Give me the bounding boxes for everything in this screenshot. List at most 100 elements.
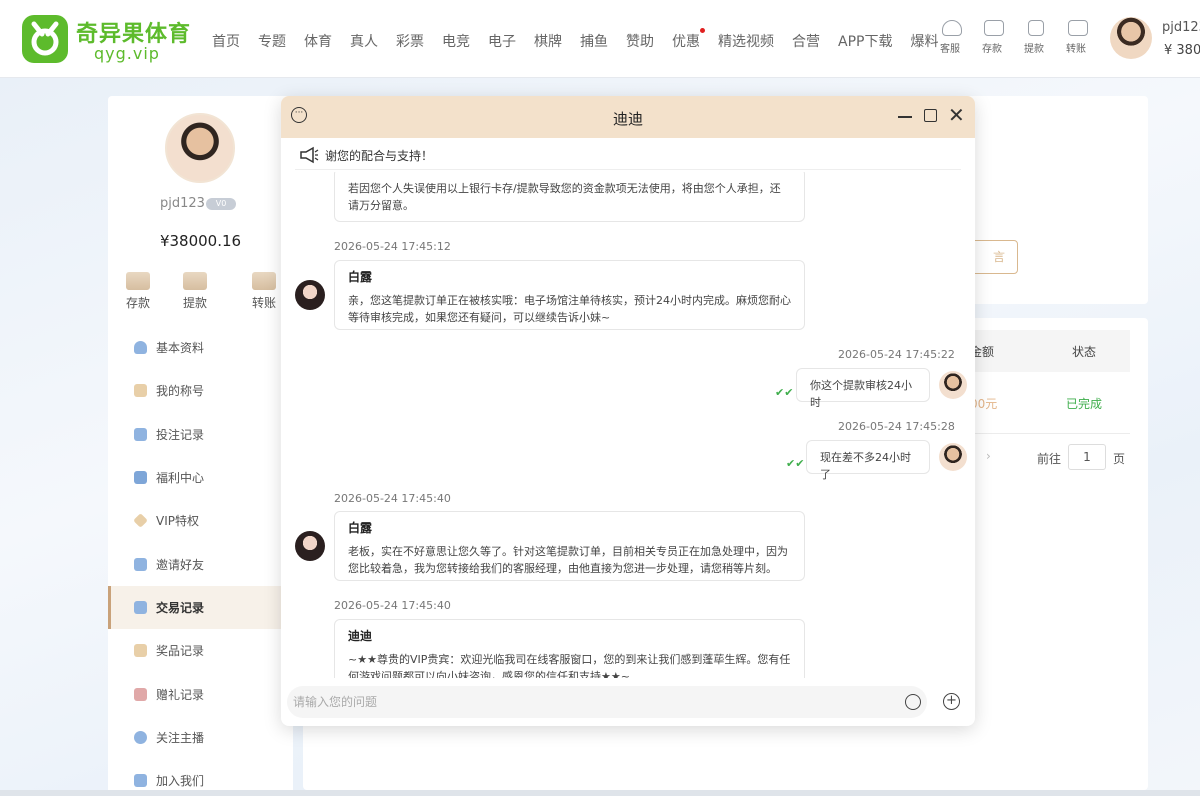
diamond-icon: [133, 513, 148, 529]
add-person-icon: [134, 774, 147, 788]
menu-item-bet-records[interactable]: 投注记录: [108, 413, 293, 456]
nav-item-sponsor[interactable]: 赞助: [626, 31, 654, 51]
quick-withdraw-button[interactable]: 提款: [1024, 20, 1048, 55]
nav-item-live[interactable]: 真人: [350, 31, 378, 51]
heart-icon: [134, 730, 147, 744]
nav-item-cards[interactable]: 棋牌: [534, 31, 562, 51]
nav-item-fishing[interactable]: 捕鱼: [580, 31, 608, 51]
header-avatar[interactable]: [1110, 17, 1152, 59]
transfer-card-icon: [252, 272, 276, 290]
profile-avatar[interactable]: [165, 113, 235, 183]
menu-item-invite[interactable]: 邀请好友: [108, 542, 293, 585]
quick-support-button[interactable]: 客服: [940, 20, 964, 55]
pager-page-input[interactable]: 1: [1068, 444, 1106, 470]
nav-item-promotions[interactable]: 优惠: [672, 28, 705, 51]
transfer-button[interactable]: 转账: [244, 272, 284, 311]
wallet-actions: 存款 提款 转账: [118, 272, 293, 312]
menu-item-prizes[interactable]: 奖品记录: [108, 629, 293, 672]
menu-label: 赠礼记录: [156, 687, 205, 702]
header-balance: ¥ 3800: [1164, 43, 1200, 58]
nav-item-promotions-label: 优惠: [672, 34, 700, 50]
agent-message-bubble: 白露 老板，实在不好意思让您久等了。针对这笔提款订单，目前相关专员正在加急处理中…: [334, 511, 805, 581]
menu-label: 交易记录: [156, 600, 205, 615]
nav-item-videos[interactable]: 精选视频: [718, 31, 774, 51]
headset-icon: [942, 20, 962, 36]
restore-window-icon[interactable]: [924, 109, 937, 122]
header-username[interactable]: pjd123: [1162, 20, 1200, 35]
main-nav: 首页 专题 体育 真人 彩票 电竞 电子 棋牌 捕鱼 赞助 优惠 精选视频 合营…: [212, 28, 956, 51]
quick-transfer-button[interactable]: 转账: [1066, 20, 1090, 55]
menu-label: 关注主播: [156, 730, 205, 745]
agent-message-bubble: 若因您个人失误使用以上银行卡存/提款导致您的资金款项无法使用，将由您个人承担，还…: [334, 172, 805, 222]
user-message-bubble: 你这个提款审核24小时: [796, 368, 930, 409]
nav-item-app-download[interactable]: APP下载: [838, 31, 892, 51]
close-icon[interactable]: ✕: [948, 105, 965, 125]
menu-label: 我的称号: [156, 384, 205, 399]
user-avatar: [939, 371, 967, 399]
read-checkmark-icon: ✔✔: [786, 457, 805, 470]
kiwi-logo-icon: [22, 15, 68, 63]
emoji-icon[interactable]: [905, 694, 921, 710]
quick-actions: 客服 存款 提款 转账: [940, 20, 1090, 55]
message-sender: 白露: [348, 270, 373, 284]
nav-item-topics[interactable]: 专题: [258, 31, 286, 51]
nav-item-lottery[interactable]: 彩票: [396, 31, 424, 51]
message-sender: 迪迪: [348, 629, 373, 643]
user-avatar: [939, 443, 967, 471]
message-text: 你这个提款审核24小时: [810, 379, 912, 409]
brand-logo[interactable]: 奇异果体育 qyg.vip: [22, 14, 202, 66]
chat-title: 迪迪: [612, 110, 643, 128]
menu-item-transactions[interactable]: 交易记录: [108, 585, 293, 630]
trophy-icon: [134, 644, 147, 658]
nav-item-esports[interactable]: 电竞: [442, 31, 470, 51]
withdraw-icon: [1028, 20, 1044, 36]
quick-support-label: 客服: [940, 44, 960, 55]
agent-message-bubble: 迪迪 ~★★尊贵的VIP贵宾：欢迎光临我司在线客服窗口，您的到来让我们感到蓬荜生…: [334, 619, 805, 678]
menu-item-vip[interactable]: VIP特权: [108, 499, 293, 542]
next-page-icon[interactable]: ›: [986, 449, 991, 463]
withdraw-card-icon: [183, 272, 207, 290]
top-navigation-bar: 奇异果体育 qyg.vip 首页 专题 体育 真人 彩票 电竞 电子 棋牌 捕鱼…: [0, 0, 1200, 78]
brand-domain: qyg.vip: [94, 44, 160, 63]
nav-item-news[interactable]: 爆料: [910, 31, 938, 51]
quick-deposit-button[interactable]: 存款: [982, 20, 1006, 55]
menu-label: 福利中心: [156, 471, 205, 486]
message-sender: 白露: [348, 521, 373, 535]
menu-item-profile[interactable]: 基本资料: [108, 326, 293, 369]
page-bottom-edge: [0, 790, 1200, 796]
deposit-button[interactable]: 存款: [118, 272, 158, 311]
agent-avatar: [295, 531, 325, 561]
chat-message-input[interactable]: [293, 690, 883, 714]
quick-withdraw-label: 提款: [1024, 44, 1044, 55]
announcement-text: 谢您的配合与支持！: [325, 149, 434, 163]
message-text: 老板，实在不好意思让您久等了。针对这笔提款订单，目前相关专员正在加急处理中，因为…: [348, 545, 788, 575]
menu-label: VIP特权: [156, 514, 199, 529]
chat-header: ··· 迪迪 ✕: [281, 96, 975, 138]
message-timestamp: 2026-05-24 17:45:12: [334, 240, 451, 253]
menu-item-gifts[interactable]: 赠礼记录: [108, 672, 293, 715]
notification-dot: [700, 28, 705, 33]
megaphone-icon: [300, 146, 319, 164]
minimize-icon[interactable]: [898, 116, 912, 118]
chat-input-bar: [287, 686, 927, 718]
nav-item-sports[interactable]: 体育: [304, 31, 332, 51]
message-list: 若因您个人失误使用以上银行卡存/提款导致您的资金款项无法使用，将由您个人承担，还…: [281, 172, 975, 678]
message-text: 亲，您这笔提款订单正在被核实哦：电子场馆注单待核实，预计24小时内完成。麻烦您耐…: [348, 294, 791, 324]
agent-avatar: [295, 280, 325, 310]
message-text: ~★★尊贵的VIP贵宾：欢迎光临我司在线客服窗口，您的到来让我们感到蓬荜生辉。您…: [348, 653, 791, 678]
menu-item-titles[interactable]: 我的称号: [108, 369, 293, 412]
message-text: 现在差不多24小时了: [820, 451, 911, 481]
row-divider: [960, 433, 1130, 434]
nav-item-affiliate[interactable]: 合营: [792, 31, 820, 51]
menu-item-follow-streamers[interactable]: 关注主播: [108, 716, 293, 759]
nav-item-home[interactable]: 首页: [212, 31, 240, 51]
column-header-status: 状态: [1072, 345, 1097, 359]
menu-item-welfare[interactable]: 福利中心: [108, 456, 293, 499]
friends-icon: [134, 557, 147, 571]
star-icon: [134, 471, 147, 485]
chat-window: ··· 迪迪 ✕ 谢您的配合与支持！ 若因您个人失误使用以上银行卡存/提款导致您…: [281, 96, 975, 726]
withdraw-button[interactable]: 提款: [175, 272, 215, 311]
add-attachment-icon[interactable]: +: [943, 693, 960, 710]
nav-item-slots[interactable]: 电子: [488, 31, 516, 51]
transfer-label: 转账: [251, 296, 276, 310]
